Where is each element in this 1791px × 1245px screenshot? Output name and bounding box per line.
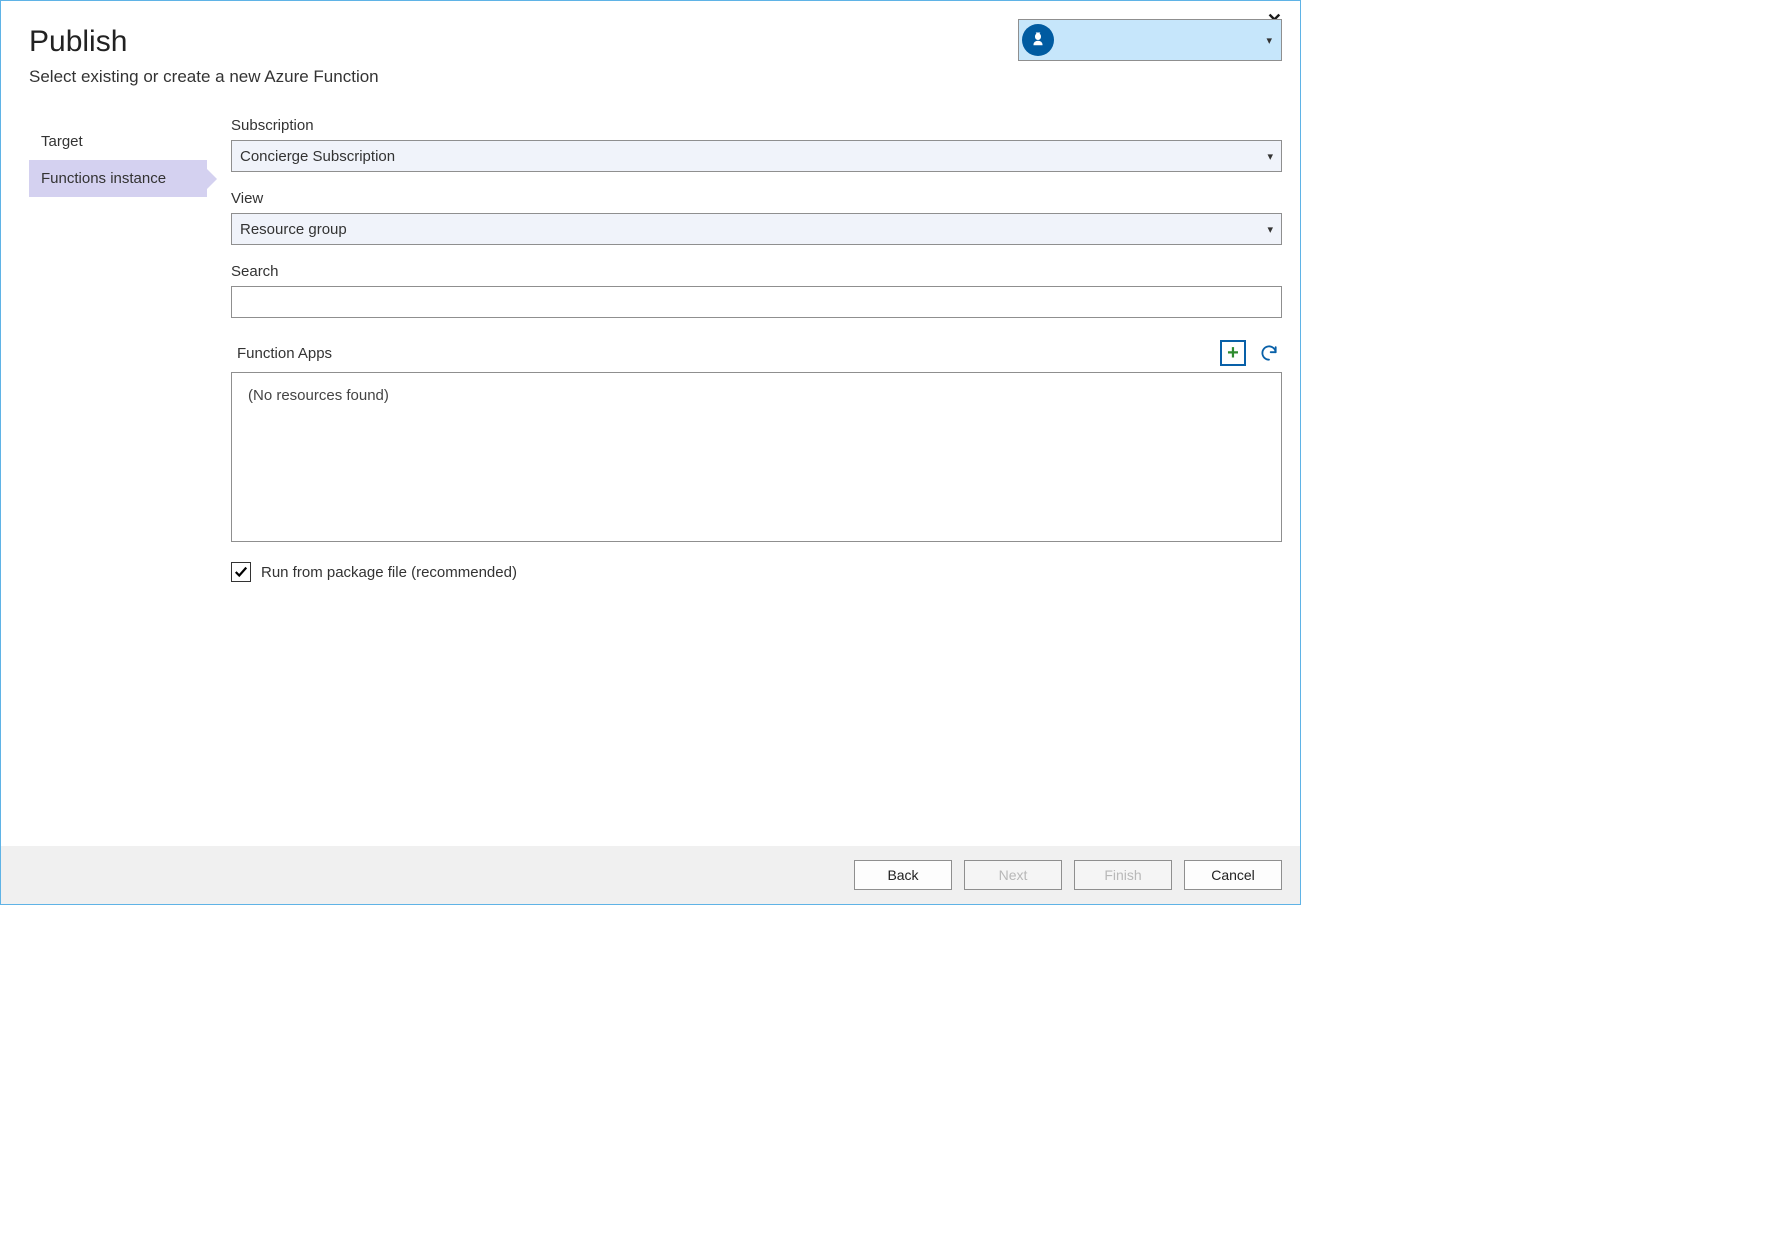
- subscription-label: Subscription: [231, 117, 1282, 134]
- search-label: Search: [231, 263, 1282, 280]
- account-picker[interactable]: ▾: [1018, 19, 1282, 61]
- view-dropdown[interactable]: Resource group ▾: [231, 213, 1282, 245]
- run-from-package-checkbox[interactable]: [231, 562, 251, 582]
- run-from-package-label: Run from package file (recommended): [261, 564, 517, 581]
- function-apps-header: Function Apps +: [231, 340, 1282, 366]
- function-apps-empty-text: (No resources found): [248, 387, 389, 404]
- dialog-body: Target Functions instance Subscription C…: [1, 87, 1300, 846]
- nav-item-target[interactable]: Target: [29, 123, 207, 160]
- wizard-nav: Target Functions instance: [29, 117, 207, 846]
- publish-dialog: ✕ Publish Select existing or create a ne…: [0, 0, 1301, 905]
- view-label: View: [231, 190, 1282, 207]
- subscription-dropdown[interactable]: Concierge Subscription ▾: [231, 140, 1282, 172]
- finish-button[interactable]: Finish: [1074, 860, 1172, 890]
- dialog-header: Publish Select existing or create a new …: [1, 1, 1300, 87]
- chevron-down-icon: ▾: [1267, 150, 1273, 163]
- dialog-footer: Back Next Finish Cancel: [1, 846, 1300, 904]
- form-pane: Subscription Concierge Subscription ▾ Vi…: [207, 117, 1282, 846]
- dialog-subtitle: Select existing or create a new Azure Fu…: [29, 67, 1272, 87]
- function-apps-label: Function Apps: [237, 345, 332, 362]
- subscription-value: Concierge Subscription: [240, 148, 395, 165]
- cancel-button[interactable]: Cancel: [1184, 860, 1282, 890]
- account-badge-icon: [1022, 24, 1054, 56]
- view-value: Resource group: [240, 221, 347, 238]
- next-button[interactable]: Next: [964, 860, 1062, 890]
- back-button[interactable]: Back: [854, 860, 952, 890]
- function-apps-list[interactable]: (No resources found): [231, 372, 1282, 542]
- check-icon: [234, 565, 248, 579]
- run-from-package-row: Run from package file (recommended): [231, 562, 1282, 582]
- chevron-down-icon: ▾: [1266, 34, 1272, 47]
- add-function-app-button[interactable]: +: [1220, 340, 1246, 366]
- chevron-down-icon: ▾: [1267, 223, 1273, 236]
- search-input[interactable]: [231, 286, 1282, 318]
- refresh-button[interactable]: [1256, 340, 1282, 366]
- refresh-icon: [1259, 343, 1279, 363]
- nav-item-functions-instance[interactable]: Functions instance: [29, 160, 207, 197]
